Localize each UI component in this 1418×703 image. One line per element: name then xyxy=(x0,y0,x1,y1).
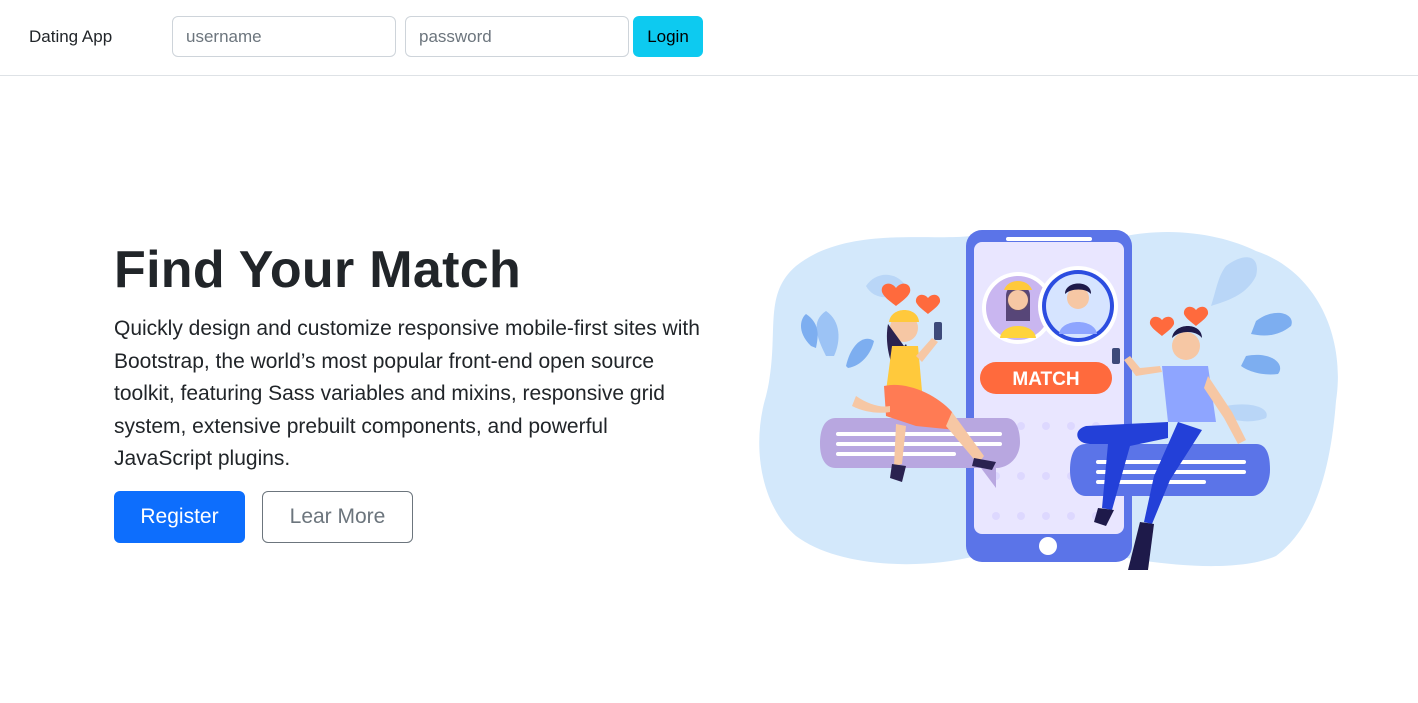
navbar: Dating App Login xyxy=(0,0,1418,76)
avatar-man-icon xyxy=(1038,266,1118,346)
learn-more-button[interactable]: Lear More xyxy=(262,491,413,543)
dating-illustration: MATCH xyxy=(759,230,1338,570)
username-input[interactable] xyxy=(172,16,396,57)
hero-title: Find Your Match xyxy=(114,241,522,299)
match-badge-label: MATCH xyxy=(1012,369,1079,390)
phone-icon xyxy=(934,322,942,340)
hero-lead-text: Quickly design and customize responsive … xyxy=(114,317,700,470)
home-button-icon xyxy=(1039,537,1057,555)
password-input[interactable] xyxy=(405,16,629,57)
brand-link[interactable]: Dating App xyxy=(29,27,112,47)
register-button[interactable]: Register xyxy=(114,491,245,543)
phone-icon xyxy=(1112,348,1120,364)
login-button[interactable]: Login xyxy=(633,16,703,57)
